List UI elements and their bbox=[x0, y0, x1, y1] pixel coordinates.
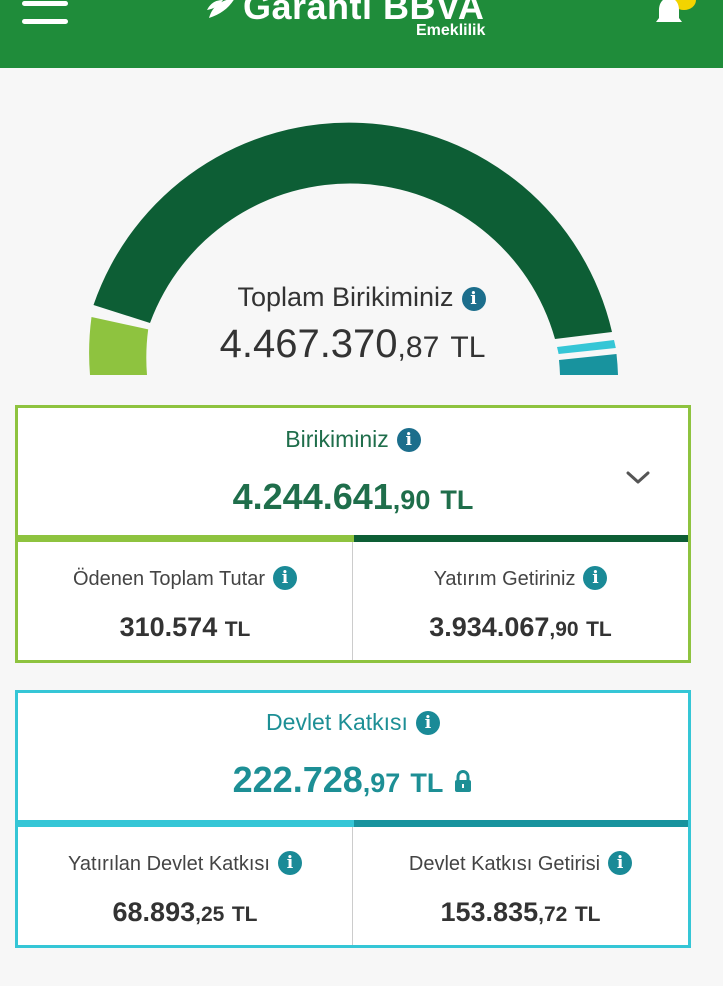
deposited-state-contribution-label: Yatırılan Devlet Katkısı i bbox=[18, 851, 352, 876]
info-icon[interactable]: i bbox=[608, 851, 633, 875]
state-contribution-return-cell: Devlet Katkısı Getirisi i 153.835,72 TL bbox=[353, 827, 688, 945]
savings-amount-main: 4.244.641 bbox=[232, 476, 393, 517]
paid-total-cell: Ödenen Toplam Tutar i 310.574 TL bbox=[18, 542, 353, 660]
brand-leaf-icon bbox=[207, 0, 235, 19]
total-savings-amount: 4.467.370,87 TL bbox=[0, 322, 705, 367]
return-amount-main: 3.934.067 bbox=[429, 612, 550, 642]
split-bar-paid bbox=[18, 535, 354, 542]
split-bar-state-return bbox=[354, 820, 688, 827]
return-currency: TL bbox=[586, 618, 612, 641]
state-return-currency: TL bbox=[574, 903, 601, 926]
state-contribution-label-text: Devlet Katkısı bbox=[266, 709, 408, 735]
investment-return-cell: Yatırım Getiriniz i 3.934.067,90 TL bbox=[353, 542, 688, 660]
state-return-amount-decimal: ,72 bbox=[538, 903, 568, 926]
deposited-label-text: Yatırılan Devlet Katkısı bbox=[68, 853, 270, 875]
total-currency: TL bbox=[450, 331, 486, 364]
investment-return-label: Yatırım Getiriniz i bbox=[353, 566, 688, 591]
investment-return-amount: 3.934.067,90 TL bbox=[353, 612, 688, 643]
paid-currency: TL bbox=[224, 618, 251, 641]
info-icon[interactable]: i bbox=[272, 566, 297, 590]
total-savings-label: Toplam Birikiminiz i bbox=[0, 282, 723, 313]
return-amount-decimal: ,90 bbox=[549, 618, 579, 641]
state-amount-main: 222.728 bbox=[232, 759, 363, 800]
info-icon[interactable]: i bbox=[461, 287, 486, 311]
savings-label-text: Birikiminiz bbox=[285, 426, 389, 452]
paid-amount-main: 310.574 bbox=[119, 612, 218, 642]
deposited-state-contribution-cell: Yatırılan Devlet Katkısı i 68.893,25 TL bbox=[18, 827, 353, 945]
total-savings-label-text: Toplam Birikiminiz bbox=[237, 282, 454, 312]
savings-currency: TL bbox=[440, 485, 474, 515]
state-currency: TL bbox=[410, 768, 444, 798]
chevron-down-icon[interactable] bbox=[624, 468, 652, 488]
deposited-amount-decimal: ,25 bbox=[195, 903, 225, 926]
info-icon[interactable]: i bbox=[277, 851, 302, 875]
savings-card: Birikiminiz i 4.244.641,90 TL Ödenen Topl… bbox=[15, 405, 691, 663]
info-icon[interactable]: i bbox=[396, 428, 421, 452]
total-amount-main: 4.467.370 bbox=[219, 322, 398, 366]
state-contribution-return-label: Devlet Katkısı Getirisi i bbox=[353, 851, 688, 876]
info-icon[interactable]: i bbox=[583, 566, 608, 590]
brand-subtitle: Emeklilik bbox=[416, 22, 486, 39]
savings-amount-decimal: ,90 bbox=[392, 485, 431, 515]
savings-card-header[interactable]: Birikiminiz i 4.244.641,90 TL bbox=[18, 408, 688, 536]
state-contribution-amount: 222.728,97 TL bbox=[18, 759, 688, 801]
investment-return-label-text: Yatırım Getiriniz bbox=[433, 568, 576, 590]
paid-total-label-text: Ödenen Toplam Tutar bbox=[73, 568, 265, 590]
state-contribution-header: Devlet Katkısı i 222.728,97 TL bbox=[18, 693, 688, 821]
info-icon[interactable]: i bbox=[415, 711, 440, 735]
savings-label: Birikiminiz i bbox=[18, 426, 688, 453]
savings-split-bar bbox=[18, 535, 688, 542]
deposited-amount-main: 68.893 bbox=[112, 897, 196, 927]
bell-icon[interactable] bbox=[652, 0, 686, 28]
paid-total-amount: 310.574 TL bbox=[18, 612, 352, 643]
state-return-label-text: Devlet Katkısı Getirisi bbox=[408, 853, 601, 875]
state-split-bar bbox=[18, 820, 688, 827]
state-amount-decimal: ,97 bbox=[362, 768, 401, 798]
deposited-currency: TL bbox=[231, 903, 258, 926]
deposited-state-contribution-amount: 68.893,25 TL bbox=[18, 897, 352, 928]
state-return-amount-main: 153.835 bbox=[440, 897, 539, 927]
state-contribution-label: Devlet Katkısı i bbox=[18, 709, 688, 736]
savings-amount: 4.244.641,90 TL bbox=[18, 476, 688, 518]
lock-icon bbox=[455, 770, 472, 792]
split-bar-deposited bbox=[18, 820, 354, 827]
hamburger-icon[interactable] bbox=[22, 0, 70, 30]
state-contribution-return-amount: 153.835,72 TL bbox=[353, 897, 688, 928]
state-contribution-card: Devlet Katkısı i 222.728,97 TL Yatırılan … bbox=[15, 690, 691, 948]
split-bar-return bbox=[354, 535, 688, 542]
top-app-bar: Garanti BBVA Emeklilik bbox=[0, 0, 723, 68]
paid-total-label: Ödenen Toplam Tutar i bbox=[18, 566, 352, 591]
total-amount-decimal: ,87 bbox=[397, 331, 440, 364]
